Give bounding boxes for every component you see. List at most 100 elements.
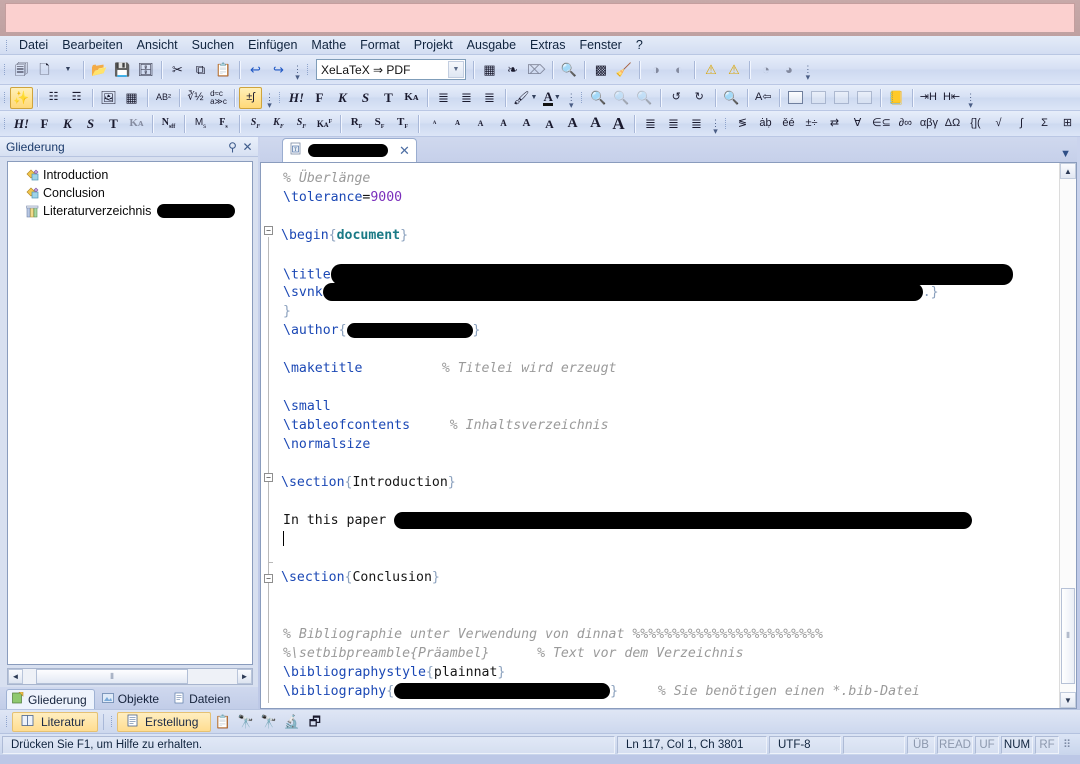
code-line[interactable]: \bibliography{} % Sie benötigen einen *.… bbox=[281, 682, 1059, 701]
build-and-view-icon[interactable]: ❧ bbox=[501, 59, 524, 81]
status-flag-rf[interactable]: RF bbox=[1035, 735, 1059, 754]
insert-symbol-icon[interactable]: ✨ bbox=[10, 86, 33, 109]
code-line[interactable]: \svnk.} bbox=[281, 283, 1059, 302]
math-relations-icon[interactable]: ≶ bbox=[731, 113, 754, 135]
insert-bibitem-icon[interactable]: 📒 bbox=[885, 87, 908, 109]
build-current-file-icon[interactable]: ▩ bbox=[589, 59, 612, 81]
latex-align-left-icon[interactable]: ≣ bbox=[639, 113, 662, 135]
insert-table-icon[interactable]: ▦ bbox=[120, 87, 143, 109]
toolbar-search-overflow[interactable] bbox=[965, 87, 976, 109]
font-size-LARGE-icon[interactable]: A bbox=[584, 113, 607, 135]
chevron-down-icon[interactable]: ▼ bbox=[1060, 148, 1071, 160]
code-line[interactable] bbox=[281, 340, 1059, 359]
status-encoding[interactable]: UTF-8 bbox=[769, 735, 841, 754]
code-line[interactable]: \author{} bbox=[281, 321, 1059, 340]
outline-item-conclusion[interactable]: Conclusion bbox=[8, 184, 252, 202]
math-delimiters-icon[interactable]: {]( bbox=[964, 113, 987, 135]
status-flag-read[interactable]: READ bbox=[937, 735, 973, 754]
math-operators-icon[interactable]: ±÷ bbox=[800, 113, 823, 135]
next-warning-icon[interactable]: ⚠ bbox=[722, 59, 745, 81]
new-project-icon[interactable]: 🗐 bbox=[10, 59, 33, 81]
open-file-icon[interactable]: 📂 bbox=[88, 59, 111, 81]
toolbar-build-overflow[interactable] bbox=[802, 59, 813, 81]
superscript-icon[interactable]: AB² bbox=[152, 87, 175, 109]
slanted-icon[interactable]: S bbox=[354, 87, 377, 109]
style-typewriter-icon[interactable]: T bbox=[102, 113, 125, 135]
code-line[interactable] bbox=[281, 492, 1059, 511]
font-smallcaps-icon[interactable]: KᴀF bbox=[313, 113, 336, 135]
prev-badbox-icon[interactable]: ◔ bbox=[754, 59, 777, 81]
math-style-icon[interactable]: Ms bbox=[189, 113, 212, 135]
menu-item-help[interactable]: ? bbox=[629, 36, 650, 55]
menu-item-suchen[interactable]: Suchen bbox=[185, 36, 241, 55]
math-sums-icon[interactable]: Σ bbox=[1033, 113, 1056, 135]
toolbar-text-overflow[interactable] bbox=[566, 87, 577, 109]
math-matrix-icon[interactable]: ⊞ bbox=[1056, 113, 1079, 135]
menu-item-format[interactable]: Format bbox=[353, 36, 407, 55]
latex-align-center-icon[interactable]: ≣ bbox=[662, 113, 685, 135]
document-tab[interactable]: T ✕ bbox=[282, 138, 417, 162]
bold-icon[interactable]: F bbox=[308, 87, 331, 109]
fold-toggle-introduction[interactable]: − bbox=[264, 473, 273, 482]
code-line[interactable] bbox=[281, 454, 1059, 473]
font-color-icon[interactable]: A ▼ bbox=[540, 87, 563, 109]
replace-next-icon[interactable]: ↻ bbox=[688, 87, 711, 109]
normal-font-icon[interactable]: Nsff bbox=[157, 113, 180, 135]
toolbar-search-grip[interactable] bbox=[579, 90, 585, 105]
find-icon[interactable]: 🔍 bbox=[587, 87, 610, 109]
highlight-color-icon[interactable]: 🖌 ▼ bbox=[510, 87, 540, 109]
sans-font-icon[interactable]: SF bbox=[368, 113, 391, 135]
sidebar-tab-dateien[interactable]: Dateien bbox=[168, 689, 237, 709]
status-flag-num[interactable]: NUM bbox=[1001, 735, 1033, 754]
style-smallcaps-icon[interactable]: Kᴀ bbox=[125, 113, 148, 135]
font-size-large-icon[interactable]: A bbox=[538, 113, 561, 135]
outline-item-literaturverzeichnis[interactable]: Literaturverzeichnis bbox=[8, 202, 252, 220]
new-window-icon[interactable]: 🗗 bbox=[303, 711, 326, 733]
stop-build-icon[interactable]: ⌦ bbox=[524, 59, 548, 81]
sidebar-tab-gliederung[interactable]: Gliederung bbox=[6, 689, 95, 709]
menu-item-datei[interactable]: Datei bbox=[12, 36, 55, 55]
code-line[interactable] bbox=[281, 587, 1059, 606]
scroll-up-arrow-icon[interactable]: ▲ bbox=[1060, 163, 1076, 179]
chevron-down-icon[interactable]: ▼ bbox=[448, 61, 464, 78]
find-next-icon[interactable]: 🔍 bbox=[633, 87, 656, 109]
paste-icon[interactable]: 📋 bbox=[212, 59, 235, 81]
pin-icon[interactable]: ⚲ bbox=[225, 139, 240, 154]
menu-grip[interactable] bbox=[4, 38, 10, 53]
code-line[interactable]: \normalsize bbox=[281, 435, 1059, 454]
code-line[interactable]: \small bbox=[281, 397, 1059, 416]
math-greek-lower-icon[interactable]: αβγ bbox=[917, 113, 941, 135]
bottom-toolbar-grip-1[interactable] bbox=[4, 714, 10, 729]
font-size-huge-icon[interactable]: A bbox=[607, 113, 630, 135]
copy-icon[interactable]: ⧉ bbox=[189, 59, 212, 81]
code-line[interactable]: In this paper bbox=[281, 511, 1059, 530]
menu-item-fenster[interactable]: Fenster bbox=[572, 36, 628, 55]
insert-relation-icon[interactable]: d≈c a≫c bbox=[207, 87, 230, 109]
code-line[interactable] bbox=[281, 245, 1059, 264]
math-greek-upper-icon[interactable]: ΔΩ bbox=[941, 113, 964, 135]
latex-align-right-icon[interactable]: ≣ bbox=[685, 113, 708, 135]
typewriter-icon[interactable]: T bbox=[377, 87, 400, 109]
code-line[interactable]: % Bibliographie unter Verwendung von din… bbox=[281, 625, 1059, 644]
toolbar-format-overflow[interactable] bbox=[264, 87, 275, 109]
math-sets-icon[interactable]: ∈⊆ bbox=[869, 113, 894, 135]
inverse-search-icon[interactable]: 🔬 bbox=[280, 711, 303, 733]
find-in-files-icon[interactable]: 🔍 bbox=[720, 87, 743, 109]
toolbar-standard-overflow[interactable] bbox=[292, 59, 303, 81]
toolbar-text-grip[interactable] bbox=[277, 90, 283, 105]
fold-toggle-conclusion[interactable]: − bbox=[264, 574, 273, 583]
code-text[interactable]: − − − % Überlänge \tolerance=9000 \begin{d… bbox=[261, 163, 1059, 708]
clear-errors-icon[interactable]: 📋 bbox=[211, 711, 234, 733]
font-size-scriptsize-icon[interactable]: A bbox=[446, 113, 469, 135]
code-line[interactable] bbox=[281, 549, 1059, 568]
align-right-icon[interactable]: ≣ bbox=[478, 87, 501, 109]
heading-icon[interactable]: H! bbox=[285, 87, 308, 109]
save-icon[interactable]: 💾 bbox=[111, 59, 134, 81]
menu-item-projekt[interactable]: Projekt bbox=[407, 36, 460, 55]
style-bold-icon[interactable]: F bbox=[33, 113, 56, 135]
code-line[interactable] bbox=[281, 530, 1059, 549]
font-size-footnotesize-icon[interactable]: A bbox=[469, 113, 492, 135]
find-previous-icon[interactable]: 🔍 bbox=[610, 87, 633, 109]
math-diacritics-icon[interactable]: ěé bbox=[777, 113, 800, 135]
resize-grip-icon[interactable] bbox=[1063, 738, 1077, 752]
